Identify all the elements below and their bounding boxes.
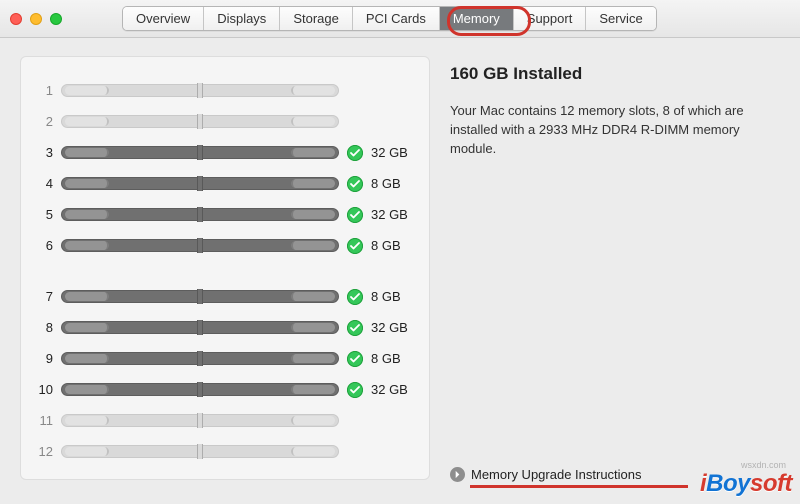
memory-slot-12: 12 [31, 436, 415, 467]
check-icon [347, 351, 363, 367]
slot-size: 8 GB [371, 176, 415, 191]
slot-size: 8 GB [371, 238, 415, 253]
annotation-underline [470, 485, 688, 488]
slot-number: 8 [31, 320, 53, 335]
slot-bar [61, 352, 339, 365]
content-area: 12332 GB48 GB532 GB68 GB 78 GB832 GB98 G… [0, 38, 800, 490]
tab-displays[interactable]: Displays [204, 7, 280, 30]
memory-slot-8: 8 32 GB [31, 312, 415, 343]
slot-number: 12 [31, 444, 53, 459]
slot-number: 7 [31, 289, 53, 304]
memory-slot-4: 4 8 GB [31, 168, 415, 199]
slot-bar [61, 321, 339, 334]
slot-number: 1 [31, 83, 53, 98]
slot-bar [61, 84, 339, 97]
check-icon [347, 176, 363, 192]
memory-info: 160 GB Installed Your Mac contains 12 me… [450, 56, 780, 480]
tab-bar: OverviewDisplaysStoragePCI CardsMemorySu… [122, 6, 657, 31]
memory-slot-6: 6 8 GB [31, 230, 415, 261]
window-titlebar: OverviewDisplaysStoragePCI CardsMemorySu… [0, 0, 800, 38]
tab-support[interactable]: Support [514, 7, 587, 30]
slot-size: 8 GB [371, 351, 415, 366]
check-icon [347, 238, 363, 254]
slot-number: 5 [31, 207, 53, 222]
slot-bar [61, 177, 339, 190]
slot-bar [61, 146, 339, 159]
slot-number: 6 [31, 238, 53, 253]
slot-bar [61, 115, 339, 128]
memory-slot-3: 3 32 GB [31, 137, 415, 168]
slot-bar [61, 414, 339, 427]
slot-bar [61, 445, 339, 458]
check-icon [347, 320, 363, 336]
memory-slot-2: 2 [31, 106, 415, 137]
arrow-right-icon [450, 467, 465, 482]
check-icon [347, 289, 363, 305]
slot-size: 32 GB [371, 145, 415, 160]
slot-number: 2 [31, 114, 53, 129]
memory-upgrade-link[interactable]: Memory Upgrade Instructions [450, 467, 642, 482]
slot-size: 32 GB [371, 207, 415, 222]
slot-number: 11 [31, 413, 53, 428]
tab-storage[interactable]: Storage [280, 7, 353, 30]
traffic-lights [10, 13, 62, 25]
slot-number: 9 [31, 351, 53, 366]
slot-bar [61, 239, 339, 252]
slot-number: 4 [31, 176, 53, 191]
memory-slot-5: 5 32 GB [31, 199, 415, 230]
memory-slot-10: 10 32 GB [31, 374, 415, 405]
slot-bar [61, 208, 339, 221]
watermark: iBoysoft [700, 470, 792, 498]
close-icon[interactable] [10, 13, 22, 25]
slot-number: 10 [31, 382, 53, 397]
check-icon [347, 207, 363, 223]
memory-heading: 160 GB Installed [450, 64, 780, 84]
tab-memory[interactable]: Memory [440, 7, 514, 30]
tab-service[interactable]: Service [586, 7, 655, 30]
slot-bar [61, 290, 339, 303]
memory-slot-9: 9 8 GB [31, 343, 415, 374]
tab-pci-cards[interactable]: PCI Cards [353, 7, 440, 30]
watermark-sub: wsxdn.com [741, 460, 786, 470]
memory-slot-1: 1 [31, 75, 415, 106]
minimize-icon[interactable] [30, 13, 42, 25]
memory-upgrade-label: Memory Upgrade Instructions [471, 467, 642, 482]
memory-description: Your Mac contains 12 memory slots, 8 of … [450, 102, 750, 159]
zoom-icon[interactable] [50, 13, 62, 25]
slot-number: 3 [31, 145, 53, 160]
slot-size: 8 GB [371, 289, 415, 304]
slot-bar [61, 383, 339, 396]
slot-size: 32 GB [371, 320, 415, 335]
check-icon [347, 145, 363, 161]
memory-slot-11: 11 [31, 405, 415, 436]
check-icon [347, 382, 363, 398]
memory-slot-7: 7 8 GB [31, 281, 415, 312]
memory-slots-panel: 12332 GB48 GB532 GB68 GB 78 GB832 GB98 G… [20, 56, 430, 480]
slot-size: 32 GB [371, 382, 415, 397]
tab-overview[interactable]: Overview [123, 7, 204, 30]
